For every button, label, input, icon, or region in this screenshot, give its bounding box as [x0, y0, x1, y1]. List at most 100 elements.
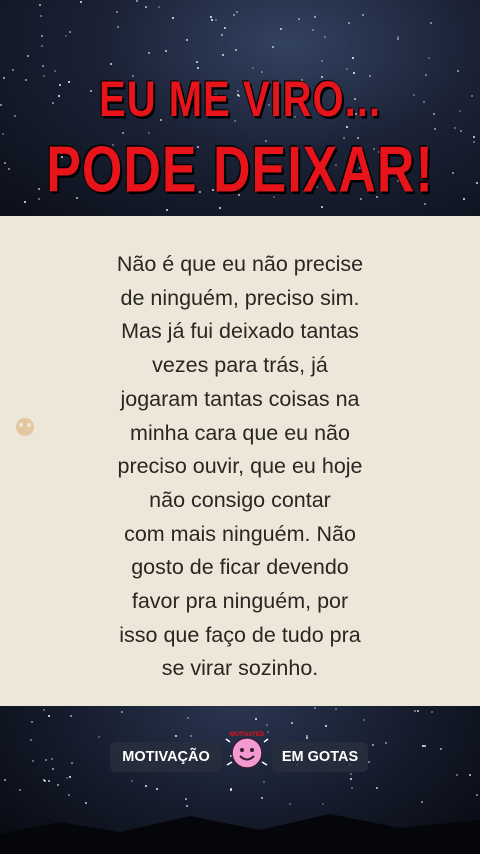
star	[42, 65, 45, 68]
quote-line: Mas já fui deixado tantas	[121, 319, 359, 344]
star	[97, 736, 100, 739]
star	[175, 734, 178, 737]
star	[350, 777, 353, 780]
star	[18, 789, 21, 792]
headline-line-1: EU ME VIRO...	[99, 72, 381, 128]
star	[229, 788, 232, 791]
star	[48, 714, 51, 717]
star	[224, 26, 227, 29]
star	[348, 22, 351, 25]
star	[312, 29, 315, 32]
star	[171, 16, 174, 19]
star	[362, 718, 365, 721]
star	[165, 209, 168, 212]
star	[361, 14, 364, 17]
star	[147, 51, 150, 54]
star	[196, 60, 199, 63]
quote-line: vezes para trás, já	[152, 353, 328, 378]
star	[279, 28, 282, 31]
star	[130, 779, 133, 782]
star	[31, 720, 34, 723]
star	[335, 707, 338, 710]
star	[255, 718, 258, 721]
star	[11, 69, 14, 72]
star	[117, 26, 120, 29]
star	[4, 778, 7, 781]
star	[265, 723, 268, 726]
star	[185, 39, 188, 42]
star	[298, 18, 301, 21]
star	[120, 711, 123, 714]
star	[29, 739, 32, 742]
mountain-silhouette	[0, 814, 480, 854]
star	[39, 14, 42, 17]
star	[314, 16, 317, 19]
star	[187, 716, 190, 719]
quote-line: favor pra ninguém, por	[131, 589, 349, 614]
star	[79, 0, 82, 3]
star	[430, 22, 433, 25]
logo-text: MOTIVATED	[230, 732, 265, 738]
quote-line: jogaram tantas coisas na	[120, 386, 360, 411]
star	[56, 783, 59, 786]
star	[235, 49, 238, 52]
star	[158, 5, 161, 8]
star	[68, 31, 71, 34]
quote-line: preciso ouvir, que eu hoje	[117, 454, 363, 479]
star	[291, 722, 294, 725]
star	[351, 787, 354, 790]
brand-label-right: EM GOTAS	[272, 742, 368, 772]
star	[272, 46, 275, 49]
quote-line: não consigo contar	[149, 487, 331, 512]
star	[210, 19, 213, 22]
quote-line: isso que faço de tudo pra	[119, 622, 361, 647]
faded-logo-icon	[16, 418, 34, 436]
headline-line-2: PODE DEIXAR!	[46, 133, 434, 207]
quote-line: com mais ninguém. Não	[124, 521, 356, 546]
star	[135, 0, 138, 2]
star	[314, 706, 317, 709]
star	[352, 57, 355, 60]
star	[145, 6, 148, 9]
star	[27, 54, 30, 57]
branding-bar: MOTIVAÇÃO MOTIVATED EM GOTAS	[0, 732, 480, 778]
brand-label-left: MOTIVAÇÃO	[110, 742, 222, 772]
star	[110, 63, 113, 66]
star	[39, 4, 42, 7]
star	[210, 16, 213, 19]
star	[233, 13, 236, 16]
star	[69, 714, 72, 717]
star	[164, 49, 167, 52]
quote-line: gosto de ficar devendo	[131, 555, 349, 580]
star	[41, 45, 44, 48]
star	[236, 11, 239, 14]
star	[40, 34, 43, 37]
star	[413, 710, 416, 713]
star	[65, 35, 68, 38]
star	[456, 69, 459, 72]
star	[144, 784, 147, 787]
star	[321, 60, 324, 63]
star	[215, 19, 218, 22]
star	[306, 736, 309, 739]
star	[324, 724, 327, 727]
quote-line: Não é que eu não precise	[116, 252, 364, 276]
star	[346, 68, 349, 71]
star	[189, 735, 192, 738]
star	[263, 781, 265, 784]
star	[116, 10, 119, 13]
quote-text: Não é que eu não precise de ninguém, pre…	[95, 248, 385, 686]
story-frame: EU ME VIRO... PODE DEIXAR! Não é que eu …	[0, 0, 480, 854]
star	[197, 66, 200, 69]
star	[430, 711, 433, 714]
star	[417, 710, 420, 712]
star	[428, 56, 431, 59]
star	[222, 53, 225, 56]
star	[156, 787, 159, 790]
quote-line: minha cara que eu não	[130, 420, 350, 445]
quote-line: de ninguém, preciso sim.	[120, 285, 360, 310]
quote-line: se virar sozinho.	[161, 656, 319, 681]
star	[396, 38, 399, 41]
pink-smiley-face-icon: MOTIVATED	[225, 732, 269, 769]
star	[42, 708, 45, 711]
